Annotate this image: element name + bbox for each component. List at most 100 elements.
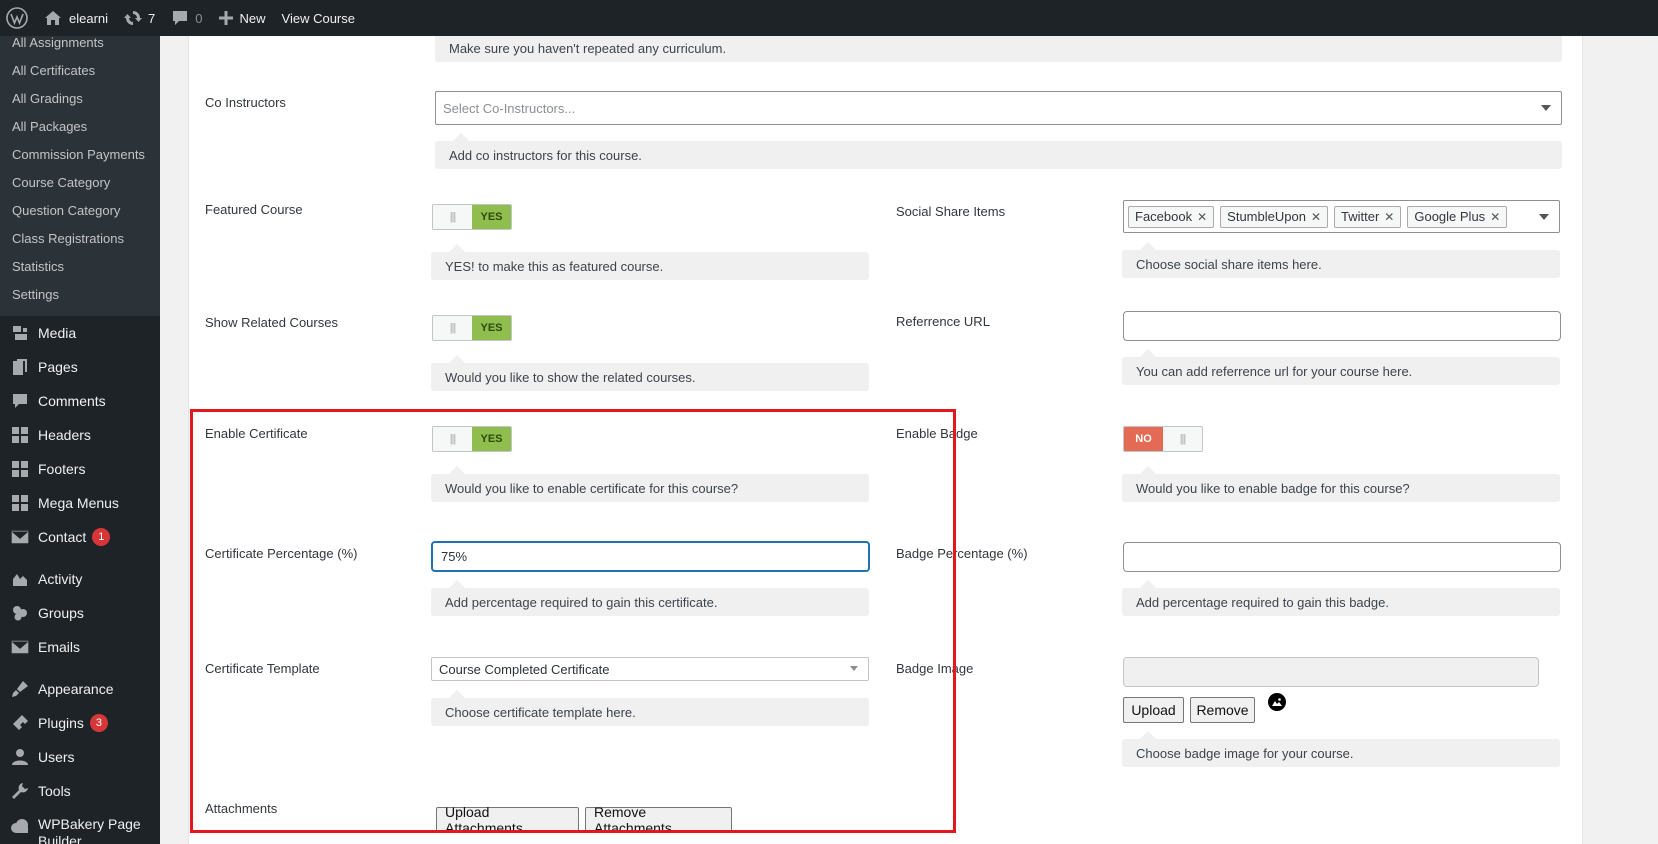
users-icon <box>10 747 30 767</box>
sidebar-item-label: Emails <box>38 639 81 655</box>
related-courses-help: Would you like to show the related cours… <box>431 355 869 391</box>
mail-icon <box>10 637 30 657</box>
badge-remove-button[interactable]: Remove <box>1190 697 1255 723</box>
co-instructors-help: Add co instructors for this course. <box>435 133 1562 169</box>
sidebar-item-tools[interactable]: Tools <box>0 774 160 808</box>
updates-icon <box>124 11 143 25</box>
sidebar-item-activity[interactable]: Activity <box>0 562 160 596</box>
enable-certificate-label: Enable Certificate <box>205 426 308 441</box>
sidebar-item-label: Activity <box>38 571 83 587</box>
toggle-knob: ||| <box>1163 427 1202 451</box>
certificate-template-value: Course Completed Certificate <box>439 661 610 677</box>
submenu-item[interactable]: Commission Payments <box>0 140 160 168</box>
notification-badge: 1 <box>92 528 111 546</box>
submenu-item[interactable]: Settings <box>0 280 160 308</box>
submenu-item[interactable]: Course Category <box>0 168 160 196</box>
sidebar-item-groups[interactable]: Groups <box>0 596 160 630</box>
updates-count: 7 <box>148 10 156 26</box>
sidebar-item-label: Pages <box>38 359 78 375</box>
sidebar-item-users[interactable]: Users <box>0 740 160 774</box>
close-icon[interactable]: ✕ <box>1197 210 1207 224</box>
comments-link[interactable]: 0 <box>163 0 210 36</box>
reference-url-input[interactable] <box>1123 311 1561 341</box>
sidebar-item-mega-menus[interactable]: Mega Menus <box>0 486 160 520</box>
enable-badge-toggle[interactable]: NO ||| <box>1123 426 1203 452</box>
close-icon[interactable]: ✕ <box>1490 210 1500 224</box>
toggle-state: NO <box>1124 427 1163 451</box>
badge-upload-button[interactable]: Upload <box>1123 697 1184 723</box>
upload-attachments-button[interactable]: Upload Attachments <box>436 804 579 836</box>
enable-certificate-help: Would you like to enable certificate for… <box>431 466 869 502</box>
site-name: elearni <box>69 10 109 26</box>
related-courses-toggle[interactable]: ||| YES <box>432 315 512 341</box>
image-icon <box>1268 693 1286 711</box>
social-tag[interactable]: Google Plus ✕ <box>1407 205 1508 228</box>
certificate-template-select[interactable]: Course Completed Certificate <box>431 657 869 681</box>
plugin-icon <box>10 713 30 733</box>
cloud-icon <box>10 816 30 836</box>
sidebar-item-media[interactable]: Media <box>0 316 160 350</box>
toggle-knob: ||| <box>433 427 472 451</box>
sidebar-item-label: Comments <box>38 393 106 409</box>
sidebar-item-headers[interactable]: Headers <box>0 418 160 452</box>
submenu-item[interactable]: All Assignments <box>0 36 160 56</box>
grid-icon <box>10 425 30 445</box>
chevron-down-icon <box>1539 213 1549 220</box>
submenu-item[interactable]: Question Category <box>0 196 160 224</box>
badge-percentage-input[interactable] <box>1123 542 1561 572</box>
attachments-label: Attachments <box>205 801 278 816</box>
sidebar-item-appearance[interactable]: Appearance <box>0 672 160 706</box>
sidebar-item-comments[interactable]: Comments <box>0 384 160 418</box>
view-course-link[interactable]: View Course <box>274 0 363 36</box>
submenu-item[interactable]: All Certificates <box>0 56 160 84</box>
close-icon[interactable]: ✕ <box>1311 210 1321 224</box>
curriculum-help: Make sure you haven't repeated any curri… <box>435 34 1562 62</box>
social-share-select[interactable]: Facebook ✕ StumbleUpon ✕ Twitter ✕ Google P… <box>1123 200 1560 233</box>
wordpress-logo-icon[interactable] <box>0 0 36 36</box>
admin-bar: elearni 7 0 New View Course <box>0 0 1658 36</box>
featured-course-toggle[interactable]: ||| YES <box>432 204 512 230</box>
badge-percentage-help: Add percentage required to gain this bad… <box>1122 580 1560 616</box>
certificate-template-label: Certificate Template <box>205 661 320 676</box>
close-icon[interactable]: ✕ <box>1384 210 1394 224</box>
site-name-link[interactable]: elearni <box>36 0 116 36</box>
social-tag[interactable]: Twitter ✕ <box>1334 205 1402 228</box>
new-label: New <box>239 10 266 26</box>
reference-url-help: You can add referrence url for your cour… <box>1122 349 1560 385</box>
submenu-item[interactable]: Statistics <box>0 252 160 280</box>
co-instructors-select[interactable]: Select Co-Instructors... <box>435 91 1562 125</box>
enable-badge-help: Would you like to enable badge for this … <box>1122 466 1560 502</box>
badge-image-input <box>1123 657 1539 687</box>
submenu-item[interactable]: All Packages <box>0 112 160 140</box>
sidebar-item-wpbakery[interactable]: WPBakery Page Builder <box>0 808 160 844</box>
sidebar-item-label: Tools <box>38 783 71 799</box>
badge-percentage-label: Badge Percentage (%) <box>896 546 1028 561</box>
sidebar-item-contact[interactable]: Contact 1 <box>0 520 160 554</box>
social-tag[interactable]: Facebook ✕ <box>1128 205 1215 228</box>
submenu-item[interactable]: Class Registrations <box>0 224 160 252</box>
sidebar-item-label: Appearance <box>38 681 114 697</box>
toggle-knob: ||| <box>433 205 472 229</box>
grid-icon <box>10 459 30 479</box>
submenu-item[interactable]: All Gradings <box>0 84 160 112</box>
sidebar-item-plugins[interactable]: Plugins 3 <box>0 706 160 740</box>
updates-link[interactable]: 7 <box>116 0 163 36</box>
tag-label: Google Plus <box>1414 209 1486 224</box>
pages-icon <box>10 357 30 377</box>
toggle-state: YES <box>472 427 511 451</box>
comment-bubble-icon <box>173 10 188 25</box>
plus-icon <box>218 11 233 25</box>
sidebar-item-emails[interactable]: Emails <box>0 630 160 664</box>
remove-attachments-button[interactable]: Remove Attachments <box>585 804 732 836</box>
social-tag[interactable]: StumbleUpon ✕ <box>1220 205 1328 228</box>
featured-course-label: Featured Course <box>205 202 303 217</box>
course-submenu: All Assignments All Certificates All Gra… <box>0 36 160 316</box>
enable-certificate-toggle[interactable]: ||| YES <box>432 426 512 452</box>
media-icon <box>10 323 30 343</box>
co-instructors-label: Co Instructors <box>205 95 286 110</box>
grid-icon <box>10 493 30 513</box>
certificate-percentage-input[interactable]: 75% <box>431 541 870 572</box>
sidebar-item-pages[interactable]: Pages <box>0 350 160 384</box>
sidebar-item-footers[interactable]: Footers <box>0 452 160 486</box>
new-content-link[interactable]: New <box>211 0 274 36</box>
